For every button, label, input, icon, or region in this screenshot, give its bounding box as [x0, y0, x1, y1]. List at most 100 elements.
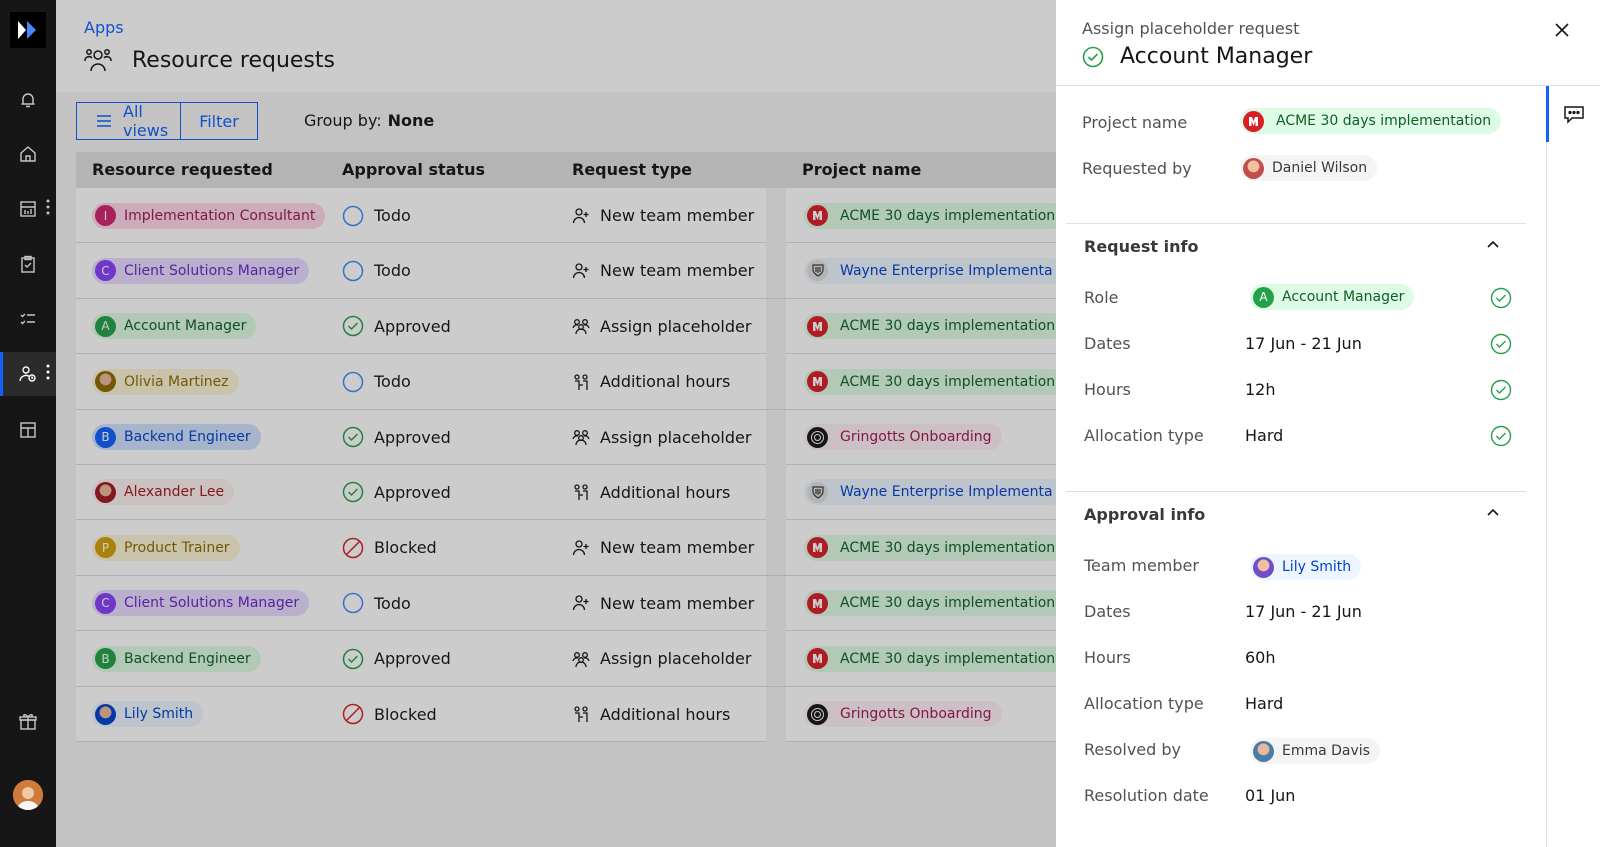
table-row[interactable]: Olivia Martinez Todo Additional hours AC… — [76, 354, 1066, 410]
project-name-value: ACME 30 days implementation — [1276, 113, 1492, 129]
status-text: Todo — [374, 593, 411, 613]
breadcrumb[interactable]: Apps — [84, 18, 124, 37]
status-badge: Approved — [342, 648, 451, 670]
resolved-by-label: Resolved by — [1084, 740, 1181, 759]
table-row[interactable]: Alexander Lee Approved Additional hours … — [76, 464, 1063, 521]
project-tag[interactable]: Wayne Enterprise Implementa — [804, 257, 1063, 284]
resource-tag[interactable]: C Client Solutions Manager — [92, 590, 310, 617]
checklist-icon[interactable] — [0, 297, 56, 341]
resource-requests-icon[interactable] — [0, 352, 56, 396]
resource-tag[interactable]: I Implementation Consultant — [92, 202, 326, 229]
initial-badge: B — [95, 648, 116, 670]
project-tag[interactable]: Gringotts Onboarding — [804, 701, 1002, 728]
resource-name: Backend Engineer — [124, 650, 251, 667]
all-views-label: All views — [123, 102, 169, 140]
check-circle-icon — [1490, 333, 1512, 359]
resource-tag[interactable]: Lily Smith — [92, 701, 204, 728]
add-user-icon — [572, 207, 590, 225]
table-row[interactable]: B Backend Engineer Approved Assign placeh… — [76, 409, 1056, 465]
resolved-by-person[interactable]: Emma Davis — [1250, 738, 1380, 766]
request-type-text: Additional hours — [600, 482, 731, 502]
project-cell: ACME 30 days implementation — [804, 188, 1066, 243]
resource-name: Account Manager — [124, 318, 247, 335]
add-user-icon — [572, 262, 590, 280]
table-row[interactable]: Lily Smith Blocked Additional hours Grin… — [76, 686, 1056, 742]
status-cell: Approved — [342, 465, 451, 520]
group-users-icon — [572, 650, 590, 668]
status-text: Approved — [374, 482, 451, 502]
resource-cell: P Product Trainer — [92, 520, 240, 575]
nav-rail — [0, 0, 56, 847]
column-header[interactable]: Request type — [572, 160, 692, 179]
status-cell: Todo — [342, 243, 411, 298]
request-type-text: Additional hours — [600, 372, 731, 392]
resource-tag[interactable]: Alexander Lee — [92, 479, 235, 506]
person-chip: Emma Davis — [1250, 738, 1380, 764]
team-member-label: Team member — [1084, 556, 1199, 575]
column-header[interactable]: Approval status — [342, 160, 485, 179]
reports-icon[interactable] — [0, 187, 56, 231]
table-row[interactable]: I Implementation Consultant Todo New team… — [76, 188, 1066, 244]
all-views-button[interactable]: All views — [77, 102, 180, 140]
project-tag[interactable]: ACME 30 days implementation — [1240, 108, 1502, 134]
resource-tag[interactable]: B Backend Engineer — [92, 645, 261, 672]
app-logo[interactable] — [10, 12, 46, 48]
table-row[interactable]: A Account Manager Approved Assign placeho… — [76, 298, 1066, 355]
project-tag[interactable]: Wayne Enterprise Implementa — [804, 479, 1063, 506]
project-tag[interactable]: ACME 30 days implementation — [804, 202, 1066, 229]
initial-badge: C — [95, 592, 116, 614]
close-icon[interactable] — [1550, 18, 1574, 42]
hours-label: Hours — [1084, 380, 1131, 399]
gift-icon[interactable] — [0, 700, 56, 744]
dates-label: Dates — [1084, 602, 1131, 621]
chevron-up-icon[interactable] — [1486, 236, 1500, 255]
notification-bell-icon[interactable] — [0, 78, 56, 122]
project-tag[interactable]: ACME 30 days implementation — [804, 590, 1066, 617]
resource-tag[interactable]: A Account Manager — [92, 313, 257, 340]
resource-cell: C Client Solutions Manager — [92, 243, 310, 298]
initial-badge: I — [95, 205, 116, 226]
resource-name: Lily Smith — [124, 706, 194, 723]
table-row[interactable]: P Product Trainer Blocked New team member… — [76, 520, 1066, 576]
project-name: Wayne Enterprise Implementa — [840, 484, 1053, 501]
list-menu-icon — [97, 115, 111, 127]
home-icon[interactable] — [0, 132, 56, 176]
user-avatar[interactable] — [13, 780, 43, 810]
comments-tab[interactable] — [1546, 86, 1599, 142]
avatar — [95, 371, 116, 393]
apps-grid-icon[interactable] — [0, 408, 56, 452]
project-cell: ACME 30 days implementation — [804, 631, 1066, 686]
requested-by-person[interactable]: Daniel Wilson — [1240, 155, 1378, 183]
blocked-icon — [342, 537, 364, 559]
kebab-icon[interactable] — [46, 199, 50, 219]
status-text: Blocked — [374, 538, 437, 558]
resource-tag[interactable]: P Product Trainer — [92, 534, 240, 561]
column-header[interactable]: Resource requested — [92, 160, 273, 179]
group-by-label: Group by: — [304, 111, 382, 130]
resource-tag[interactable]: Olivia Martinez — [92, 368, 239, 395]
team-member-person[interactable]: Lily Smith — [1250, 554, 1362, 582]
status-text: Todo — [374, 372, 411, 392]
status-cell: Approved — [342, 410, 451, 465]
project-tag[interactable]: ACME 30 days implementation — [804, 534, 1066, 561]
filter-button[interactable]: Filter — [180, 103, 257, 139]
tasks-clipboard-icon[interactable] — [0, 242, 56, 286]
table-row[interactable]: B Backend Engineer Approved Assign placeh… — [76, 631, 1066, 687]
project-tag[interactable]: ACME 30 days implementation — [804, 313, 1066, 340]
status-badge: Blocked — [342, 703, 437, 725]
resource-tag[interactable]: C Client Solutions Manager — [92, 257, 310, 284]
kebab-icon[interactable] — [46, 364, 50, 384]
project-tag[interactable]: ACME 30 days implementation — [804, 368, 1066, 395]
chat-bubble-icon — [1563, 104, 1585, 124]
table-row[interactable]: C Client Solutions Manager Todo New team … — [76, 243, 1063, 299]
group-by-control[interactable]: Group by: None — [304, 111, 434, 130]
column-header[interactable]: Project name — [802, 160, 921, 179]
resource-tag[interactable]: B Backend Engineer — [92, 424, 261, 451]
avatar — [1253, 740, 1274, 762]
request-type: Assign placeholder — [572, 428, 751, 447]
project-tag[interactable]: ACME 30 days implementation — [804, 645, 1066, 672]
table-row[interactable]: C Client Solutions Manager Todo New team … — [76, 575, 1066, 632]
resource-name: Backend Engineer — [124, 429, 251, 446]
chevron-up-icon[interactable] — [1486, 504, 1500, 523]
project-tag[interactable]: Gringotts Onboarding — [804, 424, 1002, 451]
